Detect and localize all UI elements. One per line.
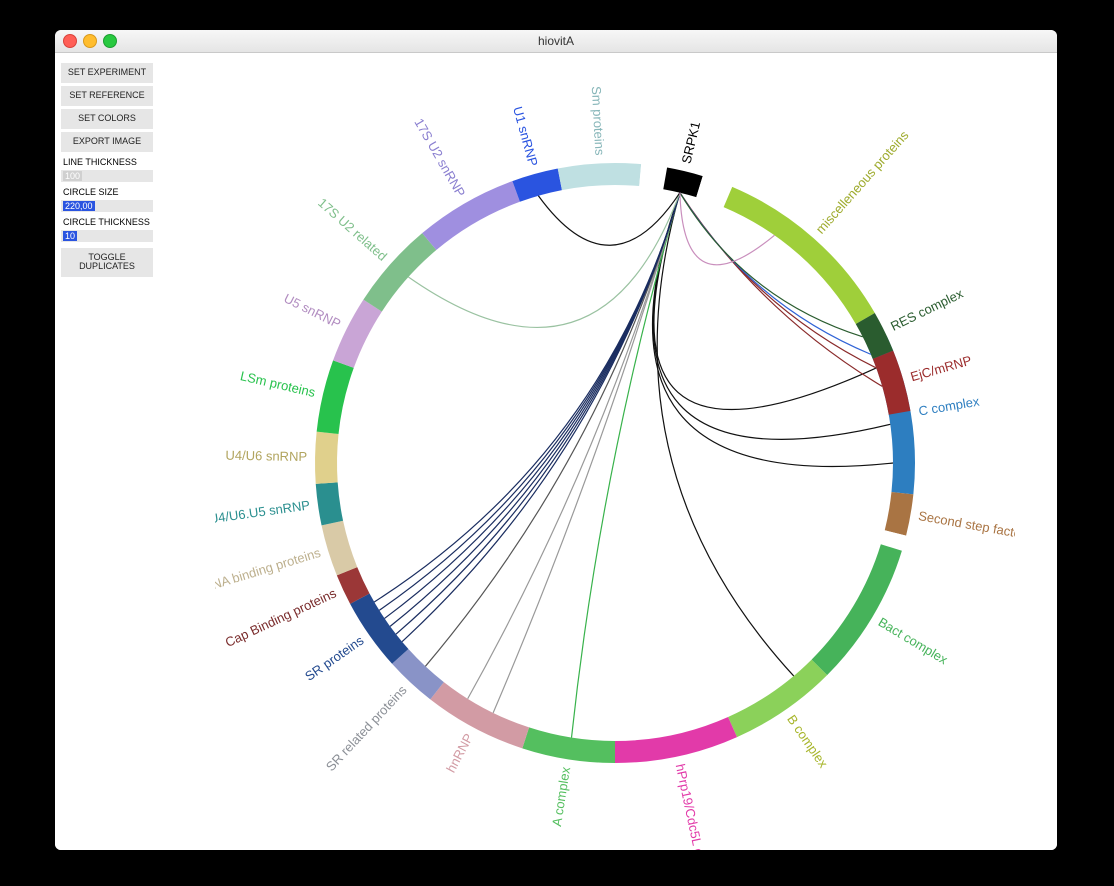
circle-thickness-label: CIRCLE THICKNESS: [61, 215, 153, 227]
sidebar: SET EXPERIMENT SET REFERENCE SET COLORS …: [61, 63, 153, 277]
arc-label-hnrnp: hnRNP: [443, 731, 476, 775]
arc-b_complex[interactable]: [728, 660, 827, 737]
circle-size-slider[interactable]: 220,00: [61, 200, 153, 212]
arc-bact[interactable]: [812, 544, 902, 675]
set-colors-button[interactable]: SET COLORS: [61, 109, 153, 129]
arc-u5[interactable]: [333, 300, 382, 368]
arc-label-a_complex: A complex: [549, 765, 573, 827]
arc-label-bact: Bact complex: [876, 614, 951, 667]
link-sr_related: [425, 193, 679, 667]
circle-thickness-value: 10: [63, 231, 77, 241]
arc-label-second_step: Second step factors: [917, 508, 1015, 543]
app-window: hiovitA SET EXPERIMENT SET REFERENCE SET…: [55, 30, 1057, 850]
link-sr_proteins: [402, 193, 680, 642]
link-sr_proteins: [385, 193, 680, 619]
link-sr_proteins: [396, 193, 680, 634]
arc-label-misc: miscelleneous proteins: [813, 127, 912, 236]
arc-lsm[interactable]: [317, 360, 354, 434]
titlebar[interactable]: hiovitA: [55, 30, 1057, 53]
set-reference-button[interactable]: SET REFERENCE: [61, 86, 153, 106]
arc-label-sr_proteins: SR proteins: [302, 632, 367, 684]
line-thickness-label: LINE THICKNESS: [61, 155, 153, 167]
arc-label-sr_related: SR related proteins: [323, 682, 410, 774]
arc-label-sm: Sm proteins: [589, 86, 608, 157]
line-thickness-slider[interactable]: 100: [61, 170, 153, 182]
arc-u1[interactable]: [512, 169, 562, 202]
arc-label-srpk1: SRPK1: [679, 120, 704, 165]
toggle-duplicates-button[interactable]: TOGGLE DUPLICATES: [61, 248, 153, 278]
arc-hprp19[interactable]: [615, 717, 737, 763]
window-title: hiovitA: [55, 34, 1057, 48]
arc-label-u1: U1 snRNP: [510, 105, 541, 168]
arc-u4u6[interactable]: [315, 432, 339, 484]
arc-label-cap_binding: Cap Binding proteins: [223, 585, 339, 650]
chord-chart: C complex Second step factors Bact complex…: [215, 63, 1015, 850]
arc-label-u4u6: U4/U6 snRNP: [225, 448, 307, 464]
link-sr_proteins: [390, 193, 680, 627]
arc-u2_snrnp[interactable]: [422, 181, 520, 250]
arc-label-u4u6u5: U4/U6.U5 snRNP: [215, 497, 311, 526]
arc-gap2[interactable]: [639, 164, 667, 189]
link-a_complex: [572, 193, 680, 738]
circle-thickness-slider[interactable]: 10: [61, 230, 153, 242]
arc-label-u2_related: 17S U2 related: [315, 195, 390, 264]
content-area: SET EXPERIMENT SET REFERENCE SET COLORS …: [55, 53, 1057, 850]
arc-srpk1[interactable]: [663, 168, 702, 198]
arc-second_step[interactable]: [885, 492, 914, 536]
arc-label-c_complex: C complex: [917, 394, 981, 419]
arc-label-hprp19: hPrp19/Cdc5L complex: [673, 762, 716, 850]
arc-sr_proteins[interactable]: [350, 594, 408, 664]
arc-hnrnp[interactable]: [430, 682, 529, 748]
arc-label-u5: U5 snRNP: [282, 291, 344, 332]
export-image-button[interactable]: EXPORT IMAGE: [61, 132, 153, 152]
link-hnrnp: [493, 193, 680, 713]
circle-size-value: 220,00: [63, 201, 95, 211]
circle-size-label: CIRCLE SIZE: [61, 185, 153, 197]
set-experiment-button[interactable]: SET EXPERIMENT: [61, 63, 153, 83]
arc-label-lsm: LSm proteins: [239, 368, 317, 400]
arc-label-u2_snrnp: 17S U2 snRNP: [411, 116, 468, 200]
link-b_complex: [657, 193, 794, 676]
arc-label-ejc: EjC/mRNP: [909, 353, 974, 385]
arc-label-rna_binding: RNA binding proteins: [215, 545, 323, 595]
arc-u4u6u5[interactable]: [316, 482, 343, 525]
line-thickness-value: 100: [63, 171, 82, 181]
arc-label-b_complex: B complex: [784, 712, 831, 771]
arc-ejc[interactable]: [873, 351, 911, 415]
link-hnrnp: [468, 193, 680, 699]
arc-label-res: RES complex: [888, 286, 966, 334]
link-u1: [538, 193, 680, 246]
arc-rna_binding[interactable]: [322, 521, 358, 576]
arc-sm[interactable]: [558, 163, 641, 190]
arc-a_complex[interactable]: [522, 727, 615, 763]
